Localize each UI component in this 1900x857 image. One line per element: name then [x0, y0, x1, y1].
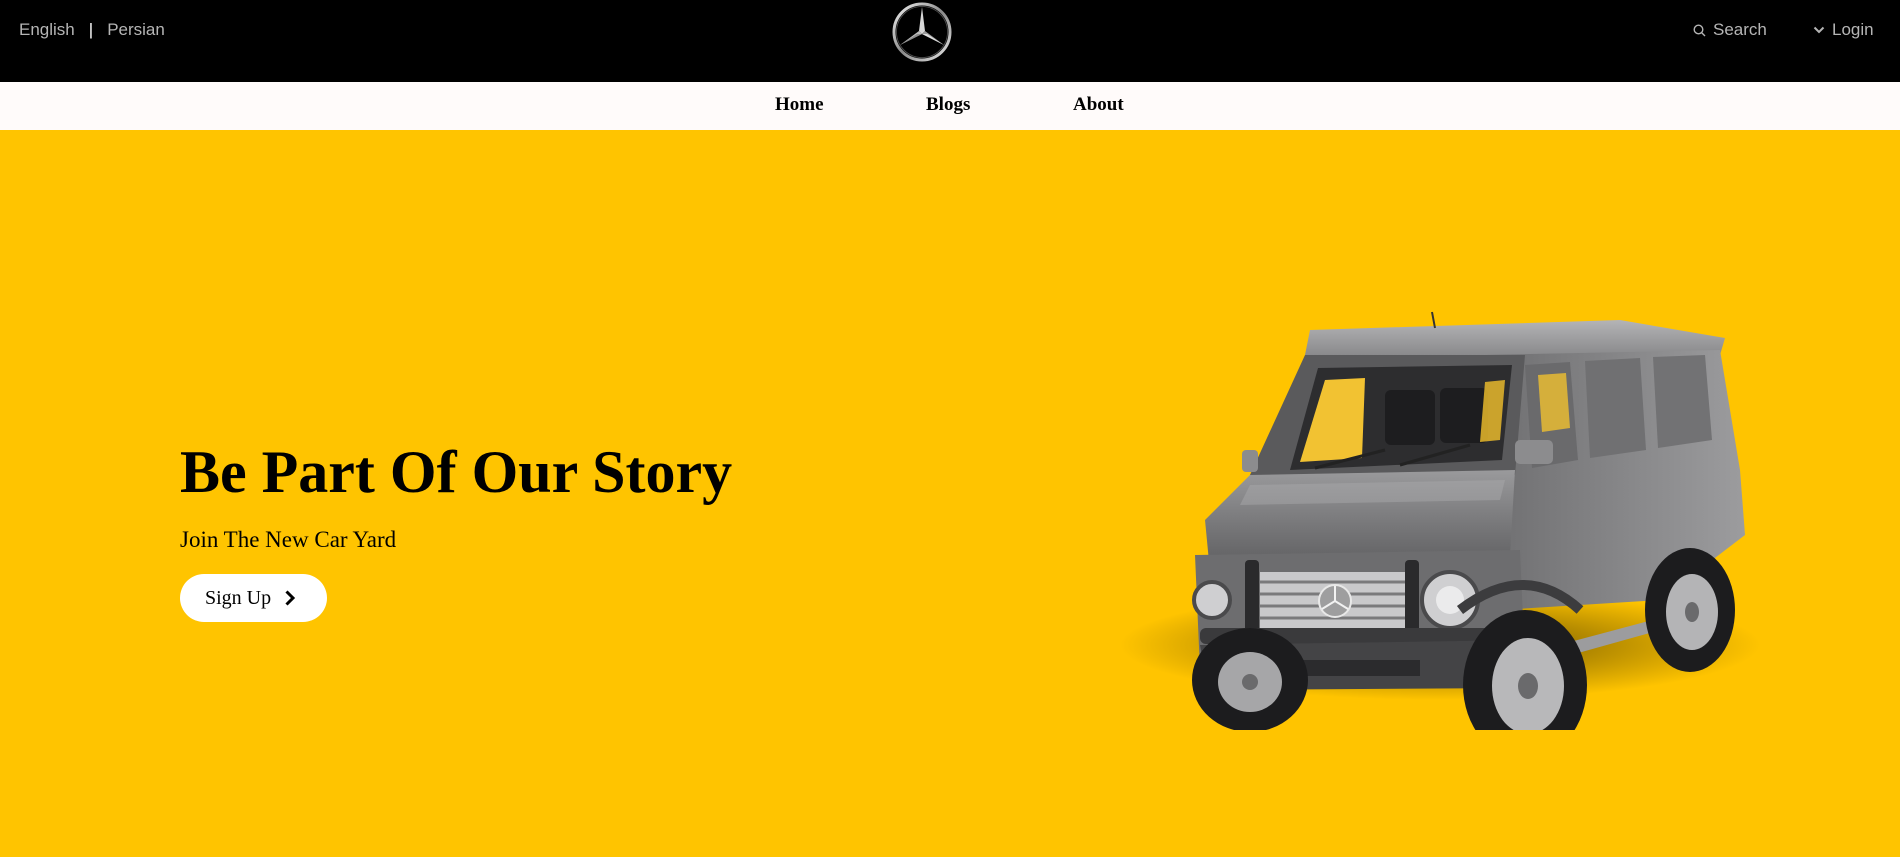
login-button[interactable]: Login — [1813, 20, 1874, 40]
language-english-link[interactable]: English — [19, 20, 75, 40]
main-nav: Home Blogs About — [0, 82, 1900, 130]
hero-title: Be Part Of Our Story — [180, 439, 733, 505]
language-persian-link[interactable]: Persian — [107, 20, 165, 40]
hero-section: Be Part Of Our Story Join The New Car Ya… — [0, 130, 1900, 857]
nav-item-home[interactable]: Home — [775, 94, 824, 116]
grey-suv-car-image — [1120, 311, 1760, 730]
sign-up-button[interactable]: Sign Up — [180, 574, 327, 622]
nav-item-blogs[interactable]: Blogs — [926, 94, 970, 116]
nav-item-about[interactable]: About — [1073, 94, 1124, 116]
search-icon — [1693, 23, 1706, 36]
sign-up-label: Sign Up — [205, 586, 272, 609]
logo-svg — [892, 2, 952, 62]
mercedes-star-icon[interactable] — [891, 1, 953, 63]
language-switcher: English | Persian — [19, 20, 165, 40]
top-bar: English | Persian Search Login — [0, 0, 1900, 82]
hero-subtitle: Join The New Car Yard — [180, 527, 397, 552]
login-label: Login — [1832, 20, 1874, 39]
language-separator: | — [88, 20, 94, 39]
search-label: Search — [1713, 20, 1767, 39]
chevron-right-icon — [285, 590, 296, 606]
search-button[interactable]: Search — [1693, 20, 1767, 40]
chevron-down-icon — [1813, 26, 1825, 34]
